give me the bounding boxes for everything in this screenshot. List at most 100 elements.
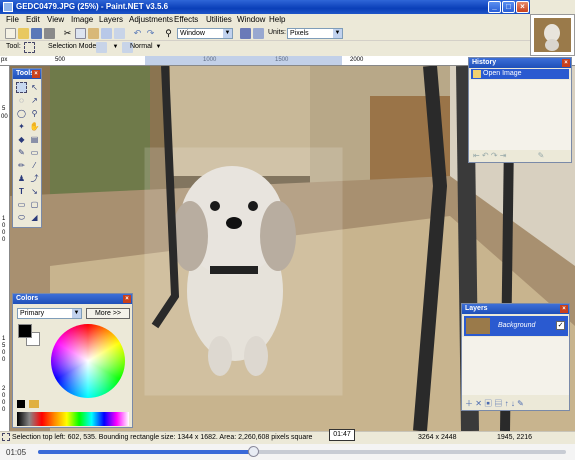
status-bar: Selection top left: 602, 535. Bounding r… <box>0 431 575 444</box>
rulers-icon[interactable] <box>253 28 264 39</box>
ruler-label: 2000 <box>350 57 364 63</box>
history-item[interactable]: Open Image <box>471 69 569 79</box>
lasso-icon[interactable]: ◌ <box>16 95 27 106</box>
rounded-rectangle-icon[interactable]: ▢ <box>29 199 40 210</box>
primary-color-swatch[interactable] <box>18 324 32 338</box>
gradient-icon[interactable]: ▤ <box>29 134 40 145</box>
colors-title: Colors <box>16 295 39 302</box>
ruler-label: 0 <box>2 393 6 399</box>
chevron-down-icon[interactable]: ▼ <box>153 42 164 53</box>
undo-icon[interactable]: ↶ <box>132 28 143 39</box>
save-icon[interactable] <box>31 28 42 39</box>
layers-list <box>462 337 569 395</box>
ellipse-icon[interactable]: ⬭ <box>16 212 27 223</box>
move-selection-icon[interactable]: ↖ <box>29 82 40 93</box>
minimize-button[interactable]: _ <box>488 1 501 13</box>
move-down-icon[interactable]: ↓ <box>511 399 515 408</box>
color-picker-icon[interactable]: ⁄ <box>29 160 40 171</box>
close-icon[interactable]: × <box>123 295 131 303</box>
zoom-icon[interactable]: ⚲ <box>163 28 174 39</box>
seek-handle[interactable] <box>248 446 260 457</box>
cut-icon[interactable]: ✂ <box>62 28 73 39</box>
close-button[interactable]: × <box>516 1 529 13</box>
close-icon[interactable]: × <box>562 59 570 67</box>
merge-layer-icon[interactable]: ▤ <box>494 399 502 408</box>
layers-panel-title: Layers × <box>462 304 569 314</box>
pencil-icon[interactable]: ✏ <box>16 160 27 171</box>
menu-view[interactable]: View <box>47 15 64 24</box>
ruler-label: 0 <box>2 400 6 406</box>
colors-panel: Colors × Primary ▼ More >> <box>12 293 133 428</box>
pan-icon[interactable]: ✋ <box>29 121 40 132</box>
open-icon[interactable] <box>18 28 29 39</box>
reset-colors-icon[interactable] <box>17 400 25 408</box>
layer-thumbnail <box>466 318 490 334</box>
main-toolbar: ✂ ↶ ↷ ⚲ Window ▼ Units: Pixels ▼ <box>0 27 530 41</box>
menu-image[interactable]: Image <box>71 15 93 24</box>
zoom-value: Window <box>180 30 205 37</box>
color-mode-select[interactable]: Primary ▼ <box>17 308 82 319</box>
rectangle-icon[interactable]: ▭ <box>16 199 27 210</box>
menu-file[interactable]: File <box>6 15 19 24</box>
crop-icon[interactable] <box>101 28 112 39</box>
add-layer-icon[interactable]: ＋ <box>465 399 473 408</box>
layer-visibility-checkbox[interactable]: ✓ <box>556 321 565 330</box>
selection-mode-icon[interactable] <box>96 42 107 53</box>
menu-window[interactable]: Window <box>237 15 265 24</box>
color-palette[interactable] <box>17 412 129 426</box>
chevron-down-icon[interactable]: ▼ <box>110 42 121 53</box>
paste-icon[interactable] <box>88 28 99 39</box>
layer-name: Background <box>498 322 536 329</box>
text-icon[interactable]: T <box>16 186 27 197</box>
close-icon[interactable]: × <box>560 305 568 313</box>
eraser-icon[interactable]: ▭ <box>29 147 40 158</box>
seek-track[interactable] <box>38 450 566 454</box>
freeform-shape-icon[interactable]: ◢ <box>29 212 40 223</box>
close-icon[interactable]: × <box>32 70 40 78</box>
move-icon[interactable]: ↗ <box>29 95 40 106</box>
magic-wand-icon[interactable]: ✦ <box>16 121 27 132</box>
clone-stamp-icon[interactable]: ♟ <box>16 173 27 184</box>
grid-icon[interactable] <box>240 28 251 39</box>
layer-row-background[interactable]: Background ✓ <box>464 316 568 336</box>
paint-bucket-icon[interactable]: ◆ <box>16 134 27 145</box>
maximize-button[interactable]: □ <box>502 1 515 13</box>
delete-layer-icon[interactable]: ✕ <box>475 399 482 408</box>
ruler-label: 1 <box>2 216 6 222</box>
recolor-icon[interactable]: ⤴ <box>29 173 40 184</box>
chevron-down-icon: ▼ <box>223 29 232 38</box>
chevron-down-icon: ▼ <box>72 309 81 318</box>
menu-effects[interactable]: Effects <box>174 15 198 24</box>
paintbrush-icon[interactable]: ✎ <box>16 147 27 158</box>
menu-edit[interactable]: Edit <box>26 15 40 24</box>
rectangle-select-icon[interactable] <box>24 42 35 53</box>
menu-help[interactable]: Help <box>269 15 285 24</box>
tool-options-toolbar: Tool: Selection Mode: ▼ Normal ▼ <box>0 41 530 54</box>
more-button[interactable]: More >> <box>86 308 130 319</box>
redo-icon[interactable]: ↷ <box>145 28 156 39</box>
duplicate-layer-icon[interactable]: ▣ <box>484 399 492 408</box>
paintnet-app-icon <box>3 2 13 12</box>
palette-icon[interactable] <box>29 400 39 408</box>
move-up-icon[interactable]: ↑ <box>505 399 509 408</box>
rectangle-select-icon[interactable] <box>16 82 27 93</box>
copy-icon[interactable] <box>75 28 86 39</box>
print-icon[interactable] <box>44 28 55 39</box>
history-title: History <box>472 59 497 66</box>
color-wheel[interactable] <box>51 324 125 398</box>
ruler-label: 5 <box>2 343 6 349</box>
line-icon[interactable]: ↘ <box>29 186 40 197</box>
ellipse-select-icon[interactable]: ◯ <box>16 108 27 119</box>
deselect-icon[interactable] <box>114 28 125 39</box>
image-thumbnail-tab[interactable] <box>530 14 575 56</box>
units-dropdown[interactable]: Pixels ▼ <box>287 28 343 39</box>
ruler-label: 0 <box>2 237 6 243</box>
menu-layers[interactable]: Layers <box>99 15 123 24</box>
blend-mode-value[interactable]: Normal <box>130 43 153 50</box>
menu-adjustments[interactable]: Adjustments <box>129 15 173 24</box>
layer-properties-icon[interactable]: ✎ <box>517 399 524 408</box>
new-icon[interactable] <box>5 28 16 39</box>
zoom-dropdown[interactable]: Window ▼ <box>177 28 233 39</box>
menu-utilities[interactable]: Utilities <box>206 15 232 24</box>
zoom-icon[interactable]: ⚲ <box>29 108 40 119</box>
